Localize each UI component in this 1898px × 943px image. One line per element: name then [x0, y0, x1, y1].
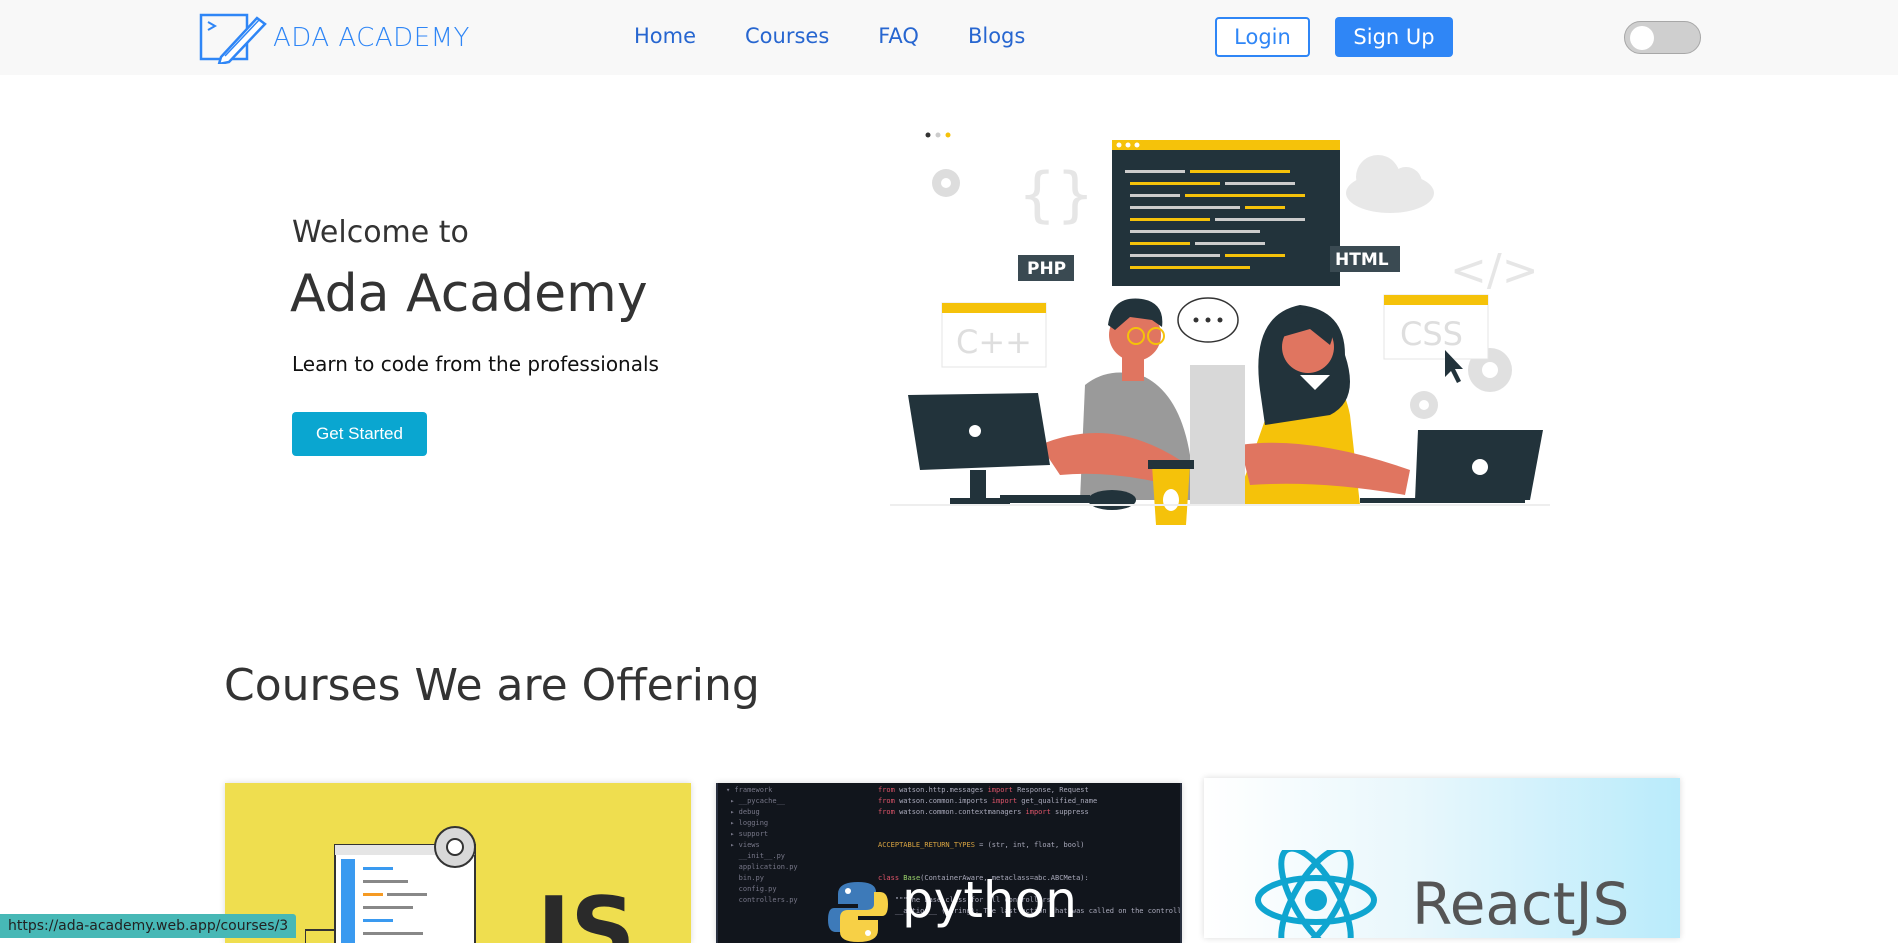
login-button[interactable]: Login	[1215, 17, 1310, 57]
svg-text:PHP: PHP	[1027, 259, 1066, 279]
html-tag: HTML	[1330, 246, 1400, 272]
signup-button[interactable]: Sign Up	[1335, 17, 1453, 57]
brand-link[interactable]: ADA ACADEMY	[199, 12, 470, 64]
svg-text:C++: C++	[956, 323, 1032, 361]
code-tag-icon: </>	[1450, 245, 1539, 296]
toggle-knob	[1630, 26, 1654, 50]
course-card-label: JS	[537, 878, 636, 943]
browser-status-url: https://ada-academy.web.app/courses/3	[0, 914, 297, 938]
nav-blogs[interactable]: Blogs	[968, 24, 1025, 48]
python-logo-icon	[828, 882, 888, 942]
course-card-label: ReactJS	[1412, 870, 1630, 938]
brand-name: ADA ACADEMY	[273, 23, 470, 53]
hero-subtitle: Learn to code from the professionals	[292, 352, 659, 376]
code-editor-gear-icon	[305, 826, 476, 943]
monitor-icon	[908, 393, 1050, 504]
navbar: ADA ACADEMY Home Courses FAQ Blogs Login…	[0, 0, 1898, 75]
nav-courses[interactable]: Courses	[745, 24, 829, 48]
keyboard-icon	[1000, 495, 1090, 503]
course-card-label: python	[902, 871, 1077, 929]
code-window	[1112, 140, 1340, 286]
css-window: CSS	[1383, 294, 1489, 360]
get-started-button[interactable]: Get Started	[292, 412, 427, 456]
courses-section-title: Courses We are Offering	[224, 660, 760, 711]
nav-links: Home Courses FAQ Blogs	[634, 24, 1074, 48]
speech-bubble-icon	[1177, 297, 1239, 343]
svg-text:CSS: CSS	[1400, 315, 1463, 353]
cloud-icon	[1346, 155, 1434, 213]
coffee-cup-icon	[1148, 460, 1194, 525]
file-tree: ▾ framework ▸ __pycache__ ▸ debug ▸ logg…	[726, 786, 798, 904]
svg-text:HTML: HTML	[1335, 250, 1389, 270]
dot-decoration	[925, 132, 931, 138]
nav-home[interactable]: Home	[634, 24, 696, 48]
mouse-icon	[1088, 490, 1136, 510]
braces-icon: {}	[1018, 160, 1094, 230]
php-tag: PHP	[1018, 255, 1074, 281]
chair	[1190, 365, 1245, 505]
pencil-terminal-logo-icon	[199, 13, 267, 64]
hero-pre-title: Welcome to	[292, 215, 469, 250]
hero-title: Ada Academy	[290, 264, 648, 324]
theme-toggle[interactable]	[1624, 21, 1701, 54]
react-atom-icon	[1255, 850, 1377, 938]
course-card-python[interactable]: ▾ framework ▸ __pycache__ ▸ debug ▸ logg…	[716, 783, 1182, 943]
cpp-window: C++	[941, 302, 1047, 368]
gear-icon	[932, 169, 960, 197]
course-card-react[interactable]: ReactJS	[1204, 778, 1680, 938]
coding-illustration: {} </> PHP HTML C++ CSS	[890, 132, 1550, 525]
nav-faq[interactable]: FAQ	[878, 24, 919, 48]
